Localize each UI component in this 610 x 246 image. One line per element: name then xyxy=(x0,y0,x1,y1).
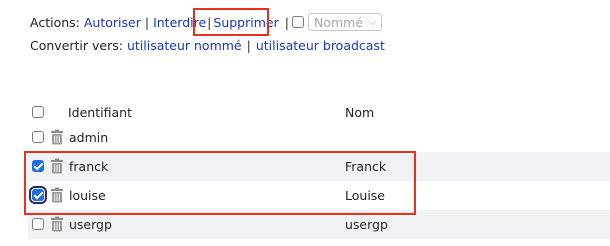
supprimer-highlight xyxy=(193,8,269,36)
separator: | xyxy=(246,38,251,53)
separator: | xyxy=(284,14,289,30)
convert-label: Convertir vers: xyxy=(30,38,123,53)
convert-named-user-link[interactable]: utilisateur nommé xyxy=(127,38,242,53)
chevron-down-icon: ⌵ xyxy=(369,16,377,28)
filter-select-value: Nommé xyxy=(313,14,364,30)
column-header-nom[interactable]: Nom xyxy=(345,105,374,120)
convert-bar: Convertir vers: utilisateur nommé | utilisa… xyxy=(30,38,385,53)
convert-broadcast-user-link[interactable]: utilisateur broadcast xyxy=(256,38,385,53)
autoriser-link[interactable]: Autoriser xyxy=(84,15,141,30)
separator: | xyxy=(144,14,150,30)
actions-label: Actions: xyxy=(30,14,80,30)
table-row[interactable]: admin xyxy=(28,123,610,152)
column-header-identifiant[interactable]: Identifiant xyxy=(68,105,132,120)
trash-icon[interactable] xyxy=(50,216,64,232)
filter-checkbox[interactable] xyxy=(291,16,304,28)
filter-select[interactable]: Nommé ⌵ xyxy=(307,13,382,31)
row-checkbox[interactable] xyxy=(32,131,44,143)
trash-icon[interactable] xyxy=(50,129,64,145)
cell-identifiant: admin xyxy=(69,130,109,145)
cell-identifiant: usergp xyxy=(69,217,112,232)
cell-nom: usergp xyxy=(345,217,388,232)
selected-rows-highlight xyxy=(24,151,416,215)
table-header: Identifiant Nom xyxy=(28,101,610,123)
row-checkbox[interactable] xyxy=(32,218,44,230)
select-all-checkbox[interactable] xyxy=(32,106,44,118)
